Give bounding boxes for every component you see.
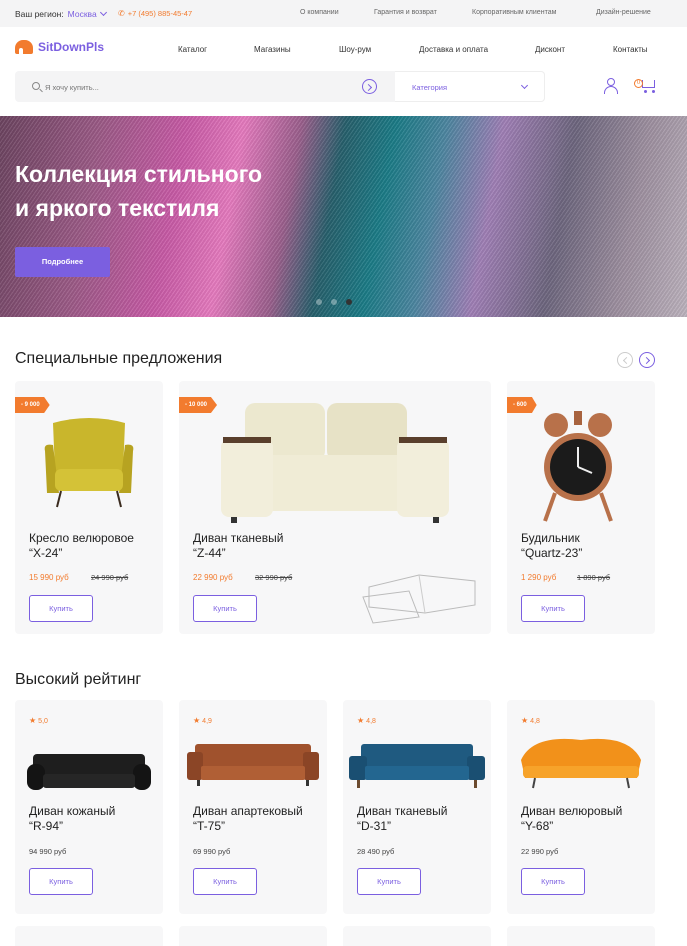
top-link-design[interactable]: Дизайн-решение xyxy=(596,9,651,16)
slider-dot[interactable] xyxy=(316,299,322,305)
discount-badge: - 600 xyxy=(507,397,537,413)
rating: ★ 5,0 xyxy=(29,716,48,725)
logo[interactable]: SitDownPls xyxy=(15,40,104,54)
sofa-image xyxy=(221,403,449,523)
nav-contacts[interactable]: Контакты xyxy=(613,45,648,54)
product-card[interactable]: ★ 4,8 Диван тканевый “D-31” 28 490 руб Куп… xyxy=(343,700,491,914)
product-name[interactable]: Диван велюровый “Y-68” xyxy=(521,804,671,834)
product-card-partial[interactable] xyxy=(179,926,327,946)
logo-text: SitDownPls xyxy=(38,40,105,54)
star-icon: ★ xyxy=(357,716,365,725)
region-selector[interactable]: Ваш регион: Москва xyxy=(15,8,107,19)
chevron-down-icon[interactable] xyxy=(99,8,107,17)
product-price: 94 990 руб xyxy=(29,847,67,856)
buy-button[interactable]: Купить xyxy=(193,595,257,622)
high-rating-title: Высокий рейтинг xyxy=(15,671,142,688)
product-card-partial[interactable] xyxy=(507,926,655,946)
search-icon xyxy=(32,82,40,90)
sofa-bed-sketch-image xyxy=(362,574,476,624)
slider-dot-active[interactable] xyxy=(346,299,352,305)
buy-button[interactable]: Купить xyxy=(29,595,93,622)
phone-link[interactable]: ✆ +7 (495) 885-45-47 xyxy=(118,9,192,18)
nav-discount[interactable]: Дисконт xyxy=(535,45,565,54)
region-label: Ваш регион: xyxy=(15,9,64,19)
product-old-price: 1 890 руб xyxy=(577,573,611,582)
hero-banner: Коллекция стильного и яркого текстиля Под… xyxy=(0,116,687,317)
product-name[interactable]: Диван апартековый “T-75” xyxy=(193,804,343,834)
product-price: 69 990 руб xyxy=(193,847,231,856)
buy-button[interactable]: Купить xyxy=(193,868,257,895)
buy-button[interactable]: Купить xyxy=(521,595,585,622)
product-price: 15 990 руб xyxy=(29,573,69,582)
star-icon: ★ xyxy=(521,716,529,725)
nav-delivery[interactable]: Доставка и оплата xyxy=(419,45,488,54)
chevron-down-icon xyxy=(520,81,529,90)
product-card[interactable]: ★ 5,0 Диван кожаный “R-94” 94 990 руб Купи… xyxy=(15,700,163,914)
top-link-warranty[interactable]: Гарантия и возврат xyxy=(374,9,437,16)
product-card[interactable]: ★ 4,8 Диван велюровый “Y-68” 22 990 руб Ку… xyxy=(507,700,655,914)
product-name[interactable]: Будильник “Quartz-23” xyxy=(521,531,671,561)
product-price: 22 990 руб xyxy=(521,847,559,856)
product-name[interactable]: Диван кожаный “R-94” xyxy=(29,804,179,834)
product-old-price: 32 990 руб xyxy=(255,573,293,582)
product-card-partial[interactable] xyxy=(15,926,163,946)
top-link-about[interactable]: О компании xyxy=(300,9,339,16)
product-price: 28 490 руб xyxy=(357,847,395,856)
rating: ★ 4,9 xyxy=(193,716,212,725)
category-label: Категория xyxy=(412,83,448,92)
search-input[interactable] xyxy=(45,79,345,95)
phone-number[interactable]: +7 (495) 885-45-47 xyxy=(128,9,192,18)
hero-more-button[interactable]: Подробнее xyxy=(15,247,110,277)
elephant-logo-icon xyxy=(15,40,33,54)
hero-title: Коллекция стильного и яркого текстиля xyxy=(15,161,263,221)
discount-badge: - 10 000 xyxy=(179,397,218,413)
star-icon: ★ xyxy=(193,716,201,725)
product-price: 22 990 руб xyxy=(193,573,233,582)
product-price: 1 290 руб xyxy=(521,573,557,582)
region-city[interactable]: Москва xyxy=(68,9,97,19)
prev-arrow-button[interactable] xyxy=(617,352,633,368)
slider-dot[interactable] xyxy=(331,299,337,305)
cart-icon[interactable]: 0 xyxy=(634,78,658,94)
phone-icon: ✆ xyxy=(118,9,125,18)
nav-catalog[interactable]: Каталог xyxy=(178,45,207,54)
header: SitDownPls Каталог Магазины Шоу-рум Дост… xyxy=(0,27,687,71)
buy-button[interactable]: Купить xyxy=(357,868,421,895)
product-name[interactable]: Диван тканевый “D-31” xyxy=(357,804,507,834)
category-select[interactable]: Категория xyxy=(395,71,545,102)
alarm-clock-image xyxy=(543,411,613,522)
leather-sofa-image xyxy=(27,754,151,790)
special-offers-title: Специальные предложения xyxy=(15,350,223,367)
product-card[interactable]: ★ 4,9 Диван апартековый “T-75” 69 990 руб … xyxy=(179,700,327,914)
rating: ★ 4,8 xyxy=(521,716,540,725)
nav-stores[interactable]: Магазины xyxy=(254,45,291,54)
product-card-partial[interactable] xyxy=(343,926,491,946)
brown-sofa-image xyxy=(187,744,319,786)
top-bar: Ваш регион: Москва ✆ +7 (495) 885-45-47 О … xyxy=(0,0,687,27)
orange-sofa-image xyxy=(521,738,641,789)
armchair-image xyxy=(44,418,134,508)
product-name[interactable]: Кресло велюровое “X-24” xyxy=(29,531,179,561)
search-bar: Категория xyxy=(15,71,545,102)
nav-showroom[interactable]: Шоу-рум xyxy=(339,45,371,54)
discount-badge: - 9 000 xyxy=(15,397,50,413)
product-card[interactable]: - 10 000 Диван тканевый “Z-44” 22 990 руб… xyxy=(179,381,491,634)
product-card[interactable]: - 9 000 Кресло велюровое “X-24” 15 990 ру… xyxy=(15,381,163,634)
product-card[interactable]: - 600 Будильник “Quartz-23” 1 290 руб 1 8… xyxy=(507,381,655,634)
cart-count-badge: 0 xyxy=(634,79,643,88)
user-icon[interactable] xyxy=(604,78,619,94)
product-name[interactable]: Диван тканевый “Z-44” xyxy=(193,531,343,561)
buy-button[interactable]: Купить xyxy=(29,868,93,895)
next-arrow-button[interactable] xyxy=(639,352,655,368)
top-link-corporate[interactable]: Корпоративным клиентам xyxy=(472,9,556,16)
product-old-price: 24 990 руб xyxy=(91,573,129,582)
blue-sofa-image xyxy=(349,744,485,788)
rating: ★ 4,8 xyxy=(357,716,376,725)
star-icon: ★ xyxy=(29,716,37,725)
search-submit-button[interactable] xyxy=(362,79,377,94)
buy-button[interactable]: Купить xyxy=(521,868,585,895)
